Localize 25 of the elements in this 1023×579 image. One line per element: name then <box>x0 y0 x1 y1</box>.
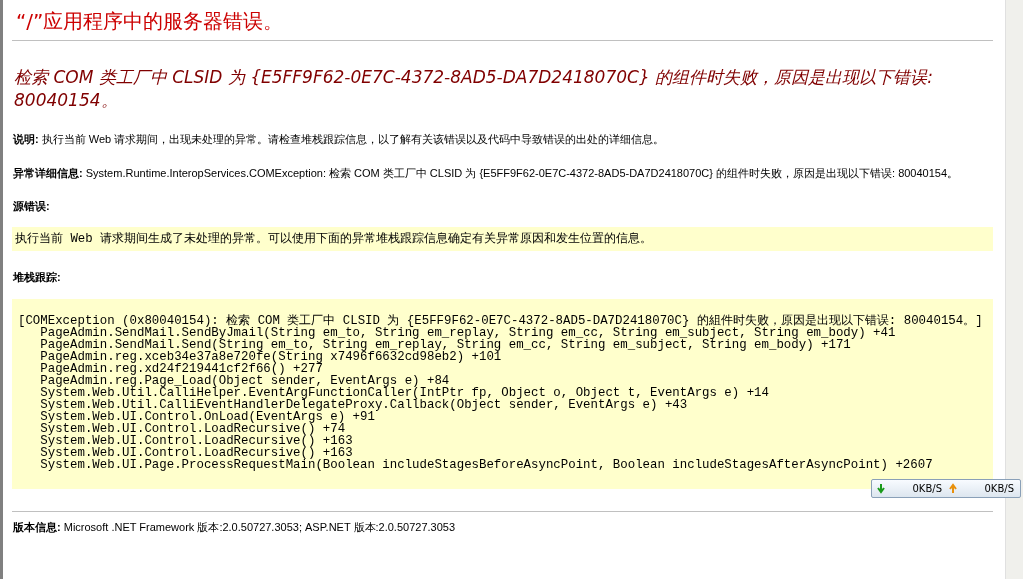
stack-trace-line: PageAdmin.reg.xceb34e37a8e720fe(String x7496f6632cd98eb2) +101 <box>39 351 503 363</box>
stack-trace-line: PageAdmin.SendMail.Send(String em_to, String em_replay, String em_cc, String em_subject, String em_body) +171 <box>39 339 851 351</box>
exception-details-text: 异常详细信息: System.Runtime.InteropServices.COMException: 检索 COM 类工厂中 CLSID 为 {E5FF9F62-0E7C-4372-8AD5-DA7D2418070C} 的组件时失败，原因是出现以下错误: 80040154。 <box>13 166 960 180</box>
download-arrow-icon <box>876 483 886 494</box>
stack-trace-line: PageAdmin.SendMail.SendByJmail(String em_to, String em_replay, String em_cc, String em_subject, String em_body) +41 <box>40 327 897 339</box>
stack-trace-line: System.Web.UI.Control.LoadRecursive() +163 <box>39 435 354 447</box>
section-label: 源错误: <box>13 199 51 214</box>
source-error-message: 执行当前 Web 请求期间生成了未处理的异常。可以使用下面的异常堆栈跟踪信息确定有关异常原因和发生位置的信息。 <box>12 226 993 251</box>
stack-trace-line: System.Web.UI.Control.LoadRecursive() +74 <box>39 423 346 435</box>
stack-trace-line: System.Web.UI.Control.LoadRecursive() +163 <box>39 447 353 459</box>
stack-trace-line: PageAdmin.reg.xd24f219441cf2f66() +277 <box>39 363 324 375</box>
section-label: 堆栈跟踪: <box>13 269 62 285</box>
upload-speed: 0KB/S <box>983 482 1015 496</box>
stack-trace-line: System.Web.Util.CalliHelper.EventArgFunctionCaller(IntPtr fp, Object o, Object t, EventArgs e) +14 <box>39 387 770 399</box>
stack-trace-line: System.Web.UI.Control.OnLoad(EventArgs e) +91 <box>39 411 375 423</box>
stack-trace-line: System.Web.Util.CalliEventHandlerDelegateProxy.Callback(Object sender, EventArgs e) +43 <box>39 399 688 411</box>
version-info-text: 版本信息: Microsoft .NET Framework 版本:2.0.50727.3053; ASP.NET 版本:2.0.50727.3053 <box>13 520 457 534</box>
stack-trace-line: System.Web.UI.Page.ProcessRequestMain(Boolean includeStagesBeforeAsyncPoint, Boolean includeStagesAfterAsyncPoint) +2607 <box>39 459 934 471</box>
stack-trace-line: PageAdmin.reg.Page_Load(Object sender, EventArgs e) +84 <box>39 375 450 387</box>
page-title: “/”应用程序中的服务器错误。 <box>16 8 285 34</box>
description-text: 说明: 执行当前 Web 请求期间，出现未处理的异常。请检查堆栈跟踪信息，以了解有关该错误以及代码中导致错误的出处的详细信息。 <box>13 132 666 146</box>
error-message: 检索 COM 类工厂中 CLSID 为 {E5FF9F62-0E7C-4372-8AD5-DA7D2418070C} 的组件时失败，原因是出现以下错误: 80040154。 <box>14 66 934 112</box>
download-speed: 0KB/S <box>911 482 943 496</box>
upload-arrow-icon <box>948 483 958 494</box>
stack-trace-line: [COMException (0x80040154): 检索 COM 类工厂中 CLSID 为 {E5FF9F62-0E7C-4372-8AD5-DA7D2418070C} 的組件时失败，原因是出现以下错误: 80040154。] <box>18 315 984 327</box>
